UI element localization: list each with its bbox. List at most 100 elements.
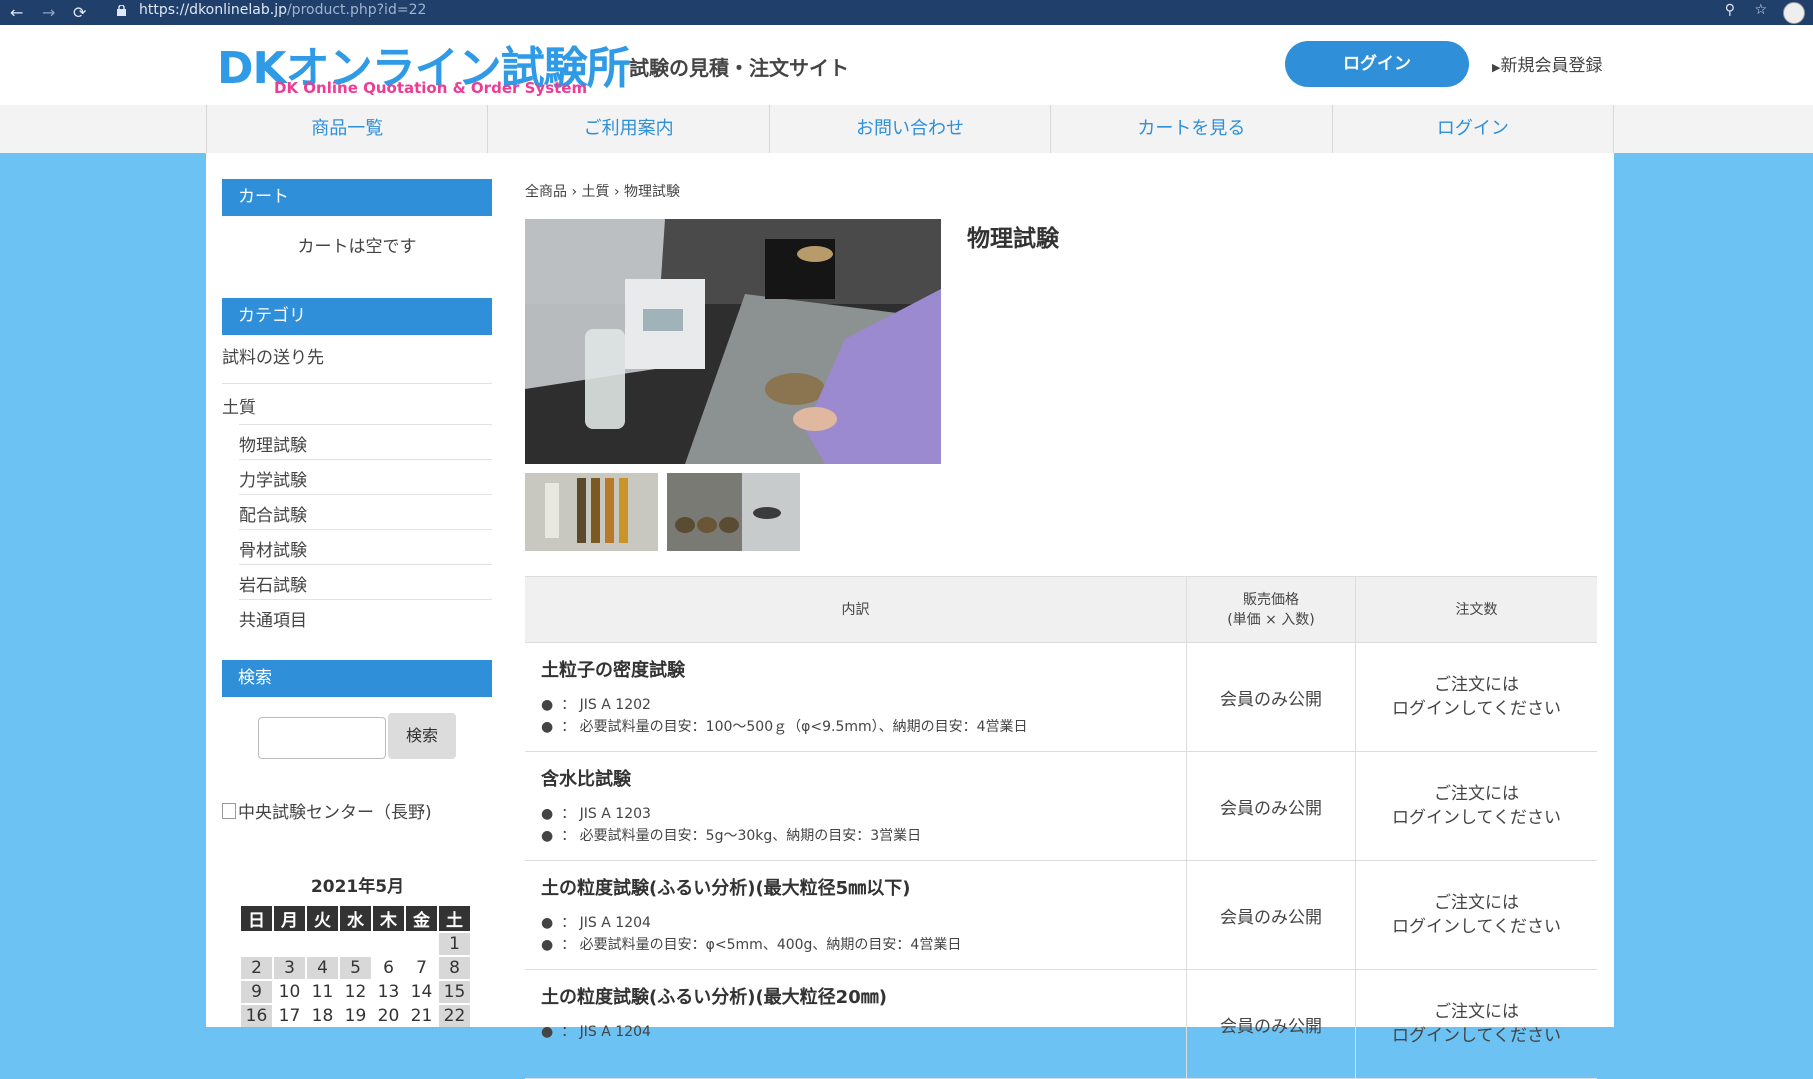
site-tagline: 試験の見積・注文サイト bbox=[629, 56, 849, 80]
bullet-icon: ● bbox=[541, 697, 554, 713]
calendar-day: 8 bbox=[439, 957, 470, 979]
spec-separator: ： bbox=[561, 719, 576, 735]
spec-separator: ： bbox=[561, 1024, 576, 1040]
zoom-icon[interactable]: ⚲ bbox=[1725, 2, 1735, 18]
calendar-day: 2 bbox=[241, 957, 272, 979]
column-header-desc: 内訳 bbox=[525, 576, 1187, 643]
product-thumbnail-2[interactable] bbox=[667, 473, 800, 551]
bullet-icon: ● bbox=[541, 1024, 554, 1040]
divider bbox=[222, 383, 492, 384]
center-banner[interactable]: 中央試験センター（長野) bbox=[222, 798, 432, 823]
category-mechanical-test[interactable]: 力学試験 bbox=[239, 466, 307, 491]
calendar-day: 10 bbox=[274, 981, 305, 1003]
bullet-icon: ● bbox=[541, 828, 554, 844]
item-qty-line2: ログインしてください bbox=[1392, 808, 1561, 828]
table-row: 土の粒度試験(ふるい分析)(最大粒径5㎜以下) ● ： JIS A 1204 ● ：… bbox=[525, 860, 1597, 970]
cart-empty-text: カートは空です bbox=[297, 237, 417, 257]
item-spec-standard: JIS A 1204 bbox=[579, 1024, 651, 1040]
calendar-day: 16 bbox=[241, 1005, 272, 1027]
item-name: 土の粒度試験(ふるい分析)(最大粒径5㎜以下) bbox=[541, 878, 911, 899]
calendar-day: 20 bbox=[373, 1005, 404, 1027]
star-icon[interactable]: ☆ bbox=[1754, 2, 1767, 18]
table-row: 土粒子の密度試験 ● ： JIS A 1202 ● ： 必要試料量の目安：100～5… bbox=[525, 642, 1597, 752]
item-qty-cell: ご注文には ログインしてください bbox=[1355, 860, 1597, 970]
calendar-day: 19 bbox=[340, 1005, 371, 1027]
register-link[interactable]: ▶新規会員登録 bbox=[1492, 51, 1602, 76]
category-mix-test[interactable]: 配合試験 bbox=[239, 501, 307, 526]
url-path: /product.php?id=22 bbox=[286, 2, 427, 18]
broken-image-icon bbox=[222, 802, 236, 819]
item-name: 含水比試験 bbox=[541, 769, 631, 790]
divider bbox=[239, 494, 492, 495]
calendar-weekday: 日 bbox=[241, 906, 272, 931]
category-soil[interactable]: 土質 bbox=[222, 393, 256, 418]
calendar-day bbox=[307, 933, 338, 955]
product-table: 内訳 販売価格 (単価 × 入数) 注文数 土粒子の密度試験 ● ： JIS A 1… bbox=[525, 576, 1597, 1079]
spec-separator: ： bbox=[561, 915, 576, 931]
calendar-day: 11 bbox=[307, 981, 338, 1003]
divider bbox=[239, 459, 492, 460]
calendar-day: 14 bbox=[406, 981, 437, 1003]
item-qty-line1: ご注文には bbox=[1434, 784, 1519, 804]
item-spec-note: 必要試料量の目安：φ<5mm、400g、納期の目安：4営業日 bbox=[579, 937, 962, 953]
site-header: DKオンライン試験所 DK Online Quotation & Order S… bbox=[0, 25, 1813, 105]
calendar-weekday: 土 bbox=[439, 906, 470, 931]
calendar-day: 9 bbox=[241, 981, 272, 1003]
profile-avatar[interactable] bbox=[1783, 2, 1805, 24]
search-input[interactable] bbox=[258, 717, 386, 759]
category-common-items[interactable]: 共通項目 bbox=[239, 606, 307, 631]
table-row: 含水比試験 ● ： JIS A 1203 ● ： 必要試料量の目安：5g～30kg、… bbox=[525, 751, 1597, 861]
item-desc-cell: 土の粒度試験(ふるい分析)(最大粒径5㎜以下) ● ： JIS A 1204 ● ：… bbox=[525, 860, 1187, 970]
category-sample-destination[interactable]: 試料の送り先 bbox=[222, 343, 324, 368]
search-heading: 検索 bbox=[222, 660, 492, 697]
item-spec-standard: JIS A 1203 bbox=[579, 806, 651, 822]
nav-guide[interactable]: ご利用案内 bbox=[487, 105, 768, 153]
back-icon[interactable]: ← bbox=[10, 3, 23, 22]
item-spec-standard: JIS A 1202 bbox=[579, 697, 651, 713]
nav-cart[interactable]: カートを見る bbox=[1050, 105, 1331, 153]
calendar: 日月火水木金土 1 2 3 4 5 6 7 8 9 10 11 12 13 14 15 16 17 18 19 20 21… bbox=[239, 904, 472, 1029]
item-spec-note: 必要試料量の目安：100～500ｇ（φ<9.5mm）、納期の目安：4営業日 bbox=[579, 719, 1028, 735]
item-spec-note: 必要試料量の目安：5g～30kg、納期の目安：3営業日 bbox=[579, 828, 922, 844]
global-nav: 商品一覧 ご利用案内 お問い合わせ カートを見る ログイン bbox=[0, 105, 1813, 153]
item-desc-cell: 土粒子の密度試験 ● ： JIS A 1202 ● ： 必要試料量の目安：100～5… bbox=[525, 642, 1187, 752]
category-rock-test[interactable]: 岩石試験 bbox=[239, 571, 307, 596]
calendar-weekday: 木 bbox=[373, 906, 404, 931]
bullet-icon: ● bbox=[541, 806, 554, 822]
item-price: 会員のみ公開 bbox=[1186, 860, 1356, 970]
calendar-weekday: 火 bbox=[307, 906, 338, 931]
breadcrumb: 全商品 › 土質 › 物理試験 bbox=[525, 181, 680, 201]
item-desc-cell: 含水比試験 ● ： JIS A 1203 ● ： 必要試料量の目安：5g～30kg、… bbox=[525, 751, 1187, 861]
spec-separator: ： bbox=[561, 828, 576, 844]
reload-icon[interactable]: ⟳ bbox=[73, 3, 86, 22]
column-header-price: 販売価格 (単価 × 入数) bbox=[1186, 576, 1356, 643]
forward-icon[interactable]: → bbox=[42, 3, 55, 22]
bullet-icon: ● bbox=[541, 915, 554, 931]
calendar-weekday: 月 bbox=[274, 906, 305, 931]
item-qty-line2: ログインしてください bbox=[1392, 1026, 1561, 1046]
product-main-image[interactable] bbox=[525, 219, 941, 464]
calendar-day: 5 bbox=[340, 957, 371, 979]
divider bbox=[239, 424, 492, 425]
product-thumbnail-1[interactable] bbox=[525, 473, 658, 551]
breadcrumb-all[interactable]: 全商品 bbox=[525, 184, 567, 200]
calendar-day: 7 bbox=[406, 957, 437, 979]
calendar-day: 1 bbox=[439, 933, 470, 955]
divider bbox=[239, 599, 492, 600]
bullet-icon: ● bbox=[541, 719, 554, 735]
address-bar[interactable]: https://dkonlinelab.jp/product.php?id=22 bbox=[139, 2, 426, 18]
login-button[interactable]: ログイン bbox=[1285, 41, 1469, 87]
category-physical-test[interactable]: 物理試験 bbox=[239, 431, 307, 456]
calendar-day: 17 bbox=[274, 1005, 305, 1027]
category-aggregate-test[interactable]: 骨材試験 bbox=[239, 536, 307, 561]
nav-contact[interactable]: お問い合わせ bbox=[768, 105, 1050, 153]
breadcrumb-soil[interactable]: 土質 bbox=[582, 184, 610, 200]
center-banner-alt: 中央試験センター（長野) bbox=[238, 803, 432, 823]
price-header-line1: 販売価格 bbox=[1243, 591, 1299, 608]
nav-products[interactable]: 商品一覧 bbox=[206, 105, 487, 153]
calendar-day bbox=[340, 933, 371, 955]
search-button[interactable]: 検索 bbox=[388, 713, 456, 759]
nav-login[interactable]: ログイン bbox=[1331, 105, 1615, 153]
item-qty-cell: ご注文にはログインしてください bbox=[1355, 751, 1597, 861]
calendar-day: 22 bbox=[439, 1005, 470, 1027]
